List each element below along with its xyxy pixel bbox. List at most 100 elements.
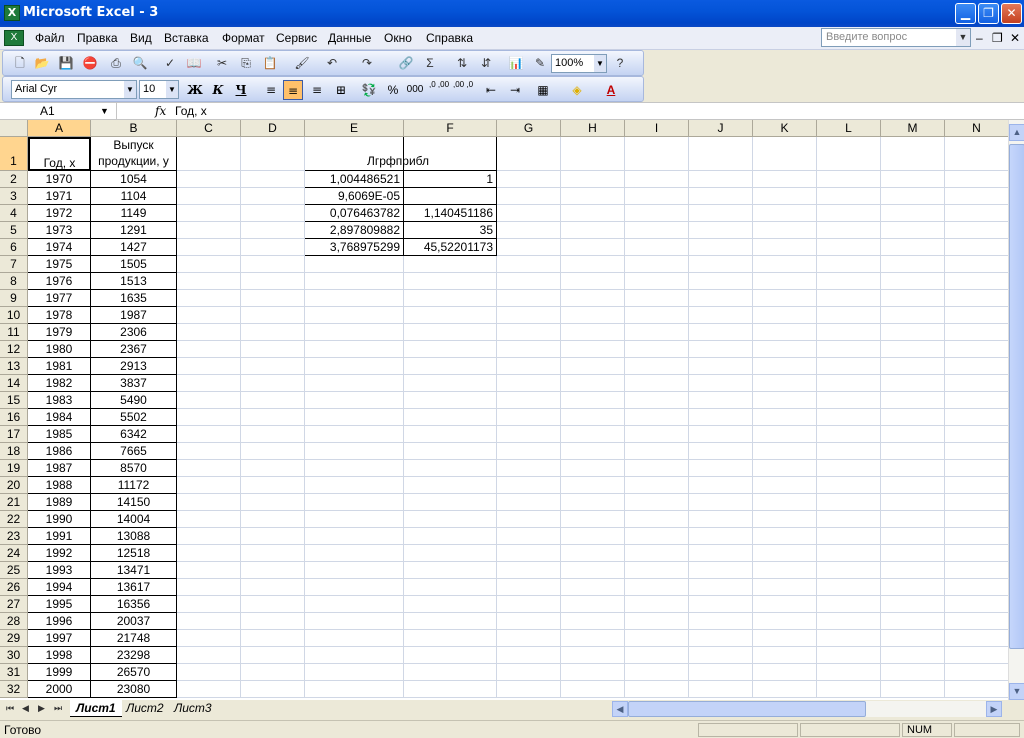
row-header-4[interactable]: 4: [0, 205, 28, 222]
cell-i20[interactable]: [625, 477, 689, 494]
cell-g2[interactable]: [497, 171, 561, 188]
cell-c15[interactable]: [177, 392, 241, 409]
cell-b6[interactable]: 1427: [91, 239, 177, 256]
cell-f24[interactable]: [404, 545, 497, 562]
cell-m4[interactable]: [881, 205, 945, 222]
cell-b5[interactable]: 1291: [91, 222, 177, 239]
cell-d22[interactable]: [241, 511, 305, 528]
cell-d10[interactable]: [241, 307, 305, 324]
cell-j12[interactable]: [689, 341, 753, 358]
cell-h10[interactable]: [561, 307, 625, 324]
prev-sheet-icon[interactable]: ◀: [22, 703, 29, 714]
cell-i1[interactable]: [625, 137, 689, 171]
cell-e19[interactable]: [305, 460, 404, 477]
sheet-tab-1[interactable]: Лист1: [70, 700, 122, 717]
cell-d9[interactable]: [241, 290, 305, 307]
cell-b4[interactable]: 1149: [91, 205, 177, 222]
cell-h28[interactable]: [561, 613, 625, 630]
cell-e22[interactable]: [305, 511, 404, 528]
cell-g20[interactable]: [497, 477, 561, 494]
cell-d1[interactable]: [241, 137, 305, 171]
row-header-9[interactable]: 9: [0, 290, 28, 307]
increase-indent-icon[interactable]: ⇥: [505, 80, 525, 100]
cell-d12[interactable]: [241, 341, 305, 358]
cell-e17[interactable]: [305, 426, 404, 443]
cell-d7[interactable]: [241, 256, 305, 273]
cell-a4[interactable]: 1972: [28, 205, 91, 222]
cell-m30[interactable]: [881, 647, 945, 664]
chevron-down-icon[interactable]: ▼: [166, 81, 178, 98]
row-header-23[interactable]: 23: [0, 528, 28, 545]
column-header-j[interactable]: J: [689, 120, 753, 137]
name-box[interactable]: A1 ▼: [0, 103, 117, 120]
cell-m9[interactable]: [881, 290, 945, 307]
decrease-indent-icon[interactable]: ⇤: [481, 80, 501, 100]
cell-f10[interactable]: [404, 307, 497, 324]
row-header-15[interactable]: 15: [0, 392, 28, 409]
cell-e26[interactable]: [305, 579, 404, 596]
cell-k4[interactable]: [753, 205, 817, 222]
excel-app-icon[interactable]: X: [4, 5, 20, 21]
column-header-h[interactable]: H: [561, 120, 625, 137]
cell-f23[interactable]: [404, 528, 497, 545]
cell-d8[interactable]: [241, 273, 305, 290]
cell-m32[interactable]: [881, 681, 945, 698]
cell-h8[interactable]: [561, 273, 625, 290]
cell-f30[interactable]: [404, 647, 497, 664]
cell-l11[interactable]: [817, 324, 881, 341]
thousands-button[interactable]: 000: [405, 80, 425, 100]
cell-k29[interactable]: [753, 630, 817, 647]
cell-i18[interactable]: [625, 443, 689, 460]
cell-g16[interactable]: [497, 409, 561, 426]
select-all-corner[interactable]: [0, 120, 28, 137]
cell-i7[interactable]: [625, 256, 689, 273]
cell-c11[interactable]: [177, 324, 241, 341]
cell-f19[interactable]: [404, 460, 497, 477]
cell-b7[interactable]: 1505: [91, 256, 177, 273]
cell-l4[interactable]: [817, 205, 881, 222]
cell-j28[interactable]: [689, 613, 753, 630]
cell-j24[interactable]: [689, 545, 753, 562]
cell-b1[interactable]: Выпуск продукции, y: [91, 137, 177, 171]
cell-n15[interactable]: [945, 392, 1008, 409]
cell-m22[interactable]: [881, 511, 945, 528]
menu-window[interactable]: Окно: [384, 31, 412, 45]
cell-k3[interactable]: [753, 188, 817, 205]
cell-j26[interactable]: [689, 579, 753, 596]
merge-center-icon[interactable]: ⊞: [331, 80, 351, 100]
question-input[interactable]: Введите вопрос ▼: [821, 28, 971, 47]
cell-a29[interactable]: 1997: [28, 630, 91, 647]
cell-a6[interactable]: 1974: [28, 239, 91, 256]
cell-a10[interactable]: 1978: [28, 307, 91, 324]
currency-icon[interactable]: 💱: [359, 80, 379, 100]
cell-g19[interactable]: [497, 460, 561, 477]
cell-d5[interactable]: [241, 222, 305, 239]
cell-i31[interactable]: [625, 664, 689, 681]
cell-c6[interactable]: [177, 239, 241, 256]
cell-c1[interactable]: [177, 137, 241, 171]
cell-l22[interactable]: [817, 511, 881, 528]
cell-m23[interactable]: [881, 528, 945, 545]
cell-a20[interactable]: 1988: [28, 477, 91, 494]
cell-h31[interactable]: [561, 664, 625, 681]
first-sheet-icon[interactable]: ⏮: [6, 703, 14, 714]
cell-k21[interactable]: [753, 494, 817, 511]
cell-c9[interactable]: [177, 290, 241, 307]
cell-j19[interactable]: [689, 460, 753, 477]
cell-l24[interactable]: [817, 545, 881, 562]
cut-icon[interactable]: ✂: [213, 54, 231, 72]
cell-m27[interactable]: [881, 596, 945, 613]
cell-i5[interactable]: [625, 222, 689, 239]
cell-n19[interactable]: [945, 460, 1008, 477]
cell-i9[interactable]: [625, 290, 689, 307]
cell-m24[interactable]: [881, 545, 945, 562]
cell-g27[interactable]: [497, 596, 561, 613]
cell-h7[interactable]: [561, 256, 625, 273]
cell-c2[interactable]: [177, 171, 241, 188]
cell-c10[interactable]: [177, 307, 241, 324]
cell-k10[interactable]: [753, 307, 817, 324]
cell-l7[interactable]: [817, 256, 881, 273]
cell-l1[interactable]: [817, 137, 881, 171]
cell-i2[interactable]: [625, 171, 689, 188]
cell-n8[interactable]: [945, 273, 1008, 290]
